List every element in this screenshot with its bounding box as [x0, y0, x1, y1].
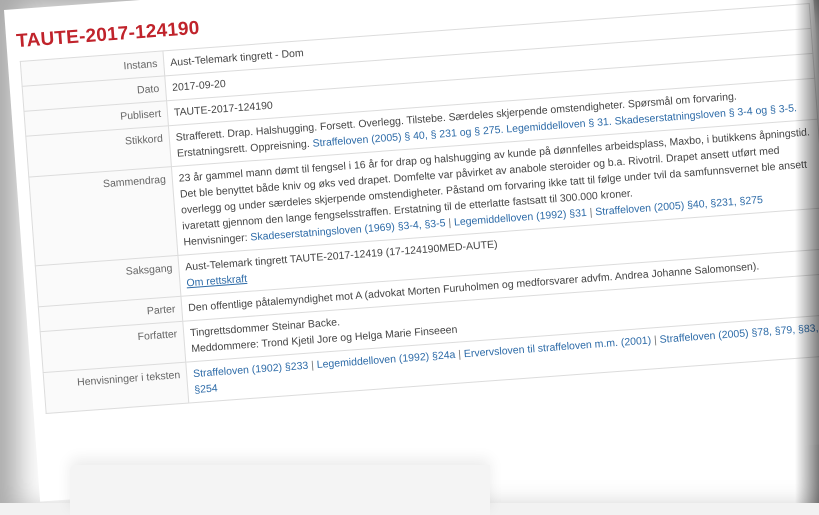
overlapping-card — [70, 465, 490, 515]
page-background: TAUTE-2017-124190 Instans Aust-Telemark … — [0, 0, 819, 515]
separator: | — [457, 348, 462, 361]
om-rettskraft-link[interactable]: Om rettskraft — [186, 273, 247, 289]
edge-shadow — [795, 0, 819, 503]
separator: | — [653, 334, 658, 347]
stikkord-link-legemiddelloven[interactable]: Legemiddelloven § 31. — [506, 116, 612, 136]
separator: | — [310, 359, 315, 372]
lov-link-1[interactable]: Straffeloven (1902) §233 — [193, 360, 309, 380]
lov-link-2[interactable]: Legemiddelloven (1992) §24a — [316, 349, 455, 371]
henvisninger-label: Henvisninger: — [183, 231, 248, 249]
separator: | — [447, 216, 452, 230]
separator: | — [589, 206, 593, 219]
label-sammendrag: Sammendrag — [28, 166, 178, 266]
metadata-table: Instans Aust-Telemark tingrett - Dom Dat… — [20, 3, 819, 414]
document-sheet: TAUTE-2017-124190 Instans Aust-Telemark … — [4, 0, 819, 502]
document-title: TAUTE-2017-124190 — [15, 17, 201, 53]
